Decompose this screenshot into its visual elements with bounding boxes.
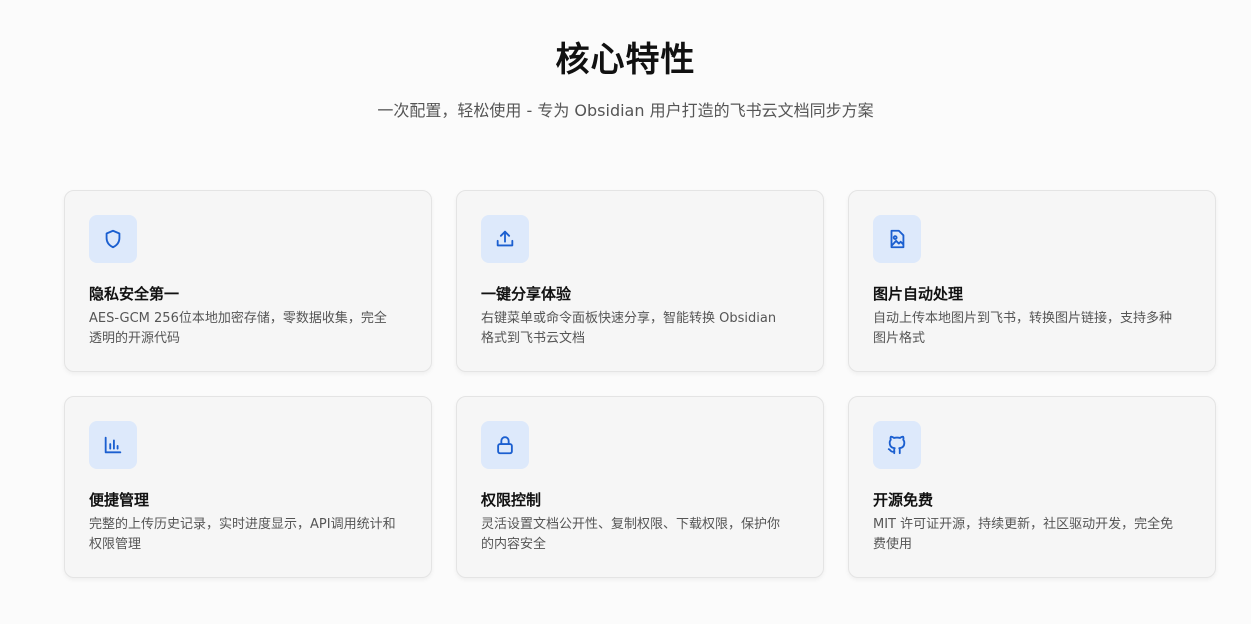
feature-card-opensource: 开源免费 MIT 许可证开源，持续更新，社区驱动开发，完全免费使用 [848, 396, 1216, 578]
feature-description: 完整的上传历史记录，实时进度显示，API调用统计和权限管理 [89, 517, 396, 552]
feature-title: 便捷管理 [89, 491, 150, 509]
section-title: 核心特性 [555, 40, 696, 80]
feature-title: 开源免费 [873, 491, 934, 509]
feature-title: 权限控制 [481, 491, 542, 509]
feature-title: 图片自动处理 [873, 285, 964, 303]
feature-card-management: 便捷管理 完整的上传历史记录，实时进度显示，API调用统计和权限管理 [64, 396, 432, 578]
feature-description: AES-GCM 256位本地加密存储，零数据收集，完全透明的开源代码 [89, 311, 387, 346]
feature-description: 自动上传本地图片到飞书，转换图片链接，支持多种图片格式 [873, 311, 1173, 346]
features-section: 核心特性 一次配置，轻松使用 - 专为 Obsidian 用户打造的飞书云文档同… [0, 0, 1251, 624]
shield-icon [89, 215, 137, 263]
feature-description: 右键菜单或命令面板快速分享，智能转换 Obsidian 格式到飞书云文档 [481, 311, 777, 346]
feature-card-permissions: 权限控制 灵活设置文档公开性、复制权限、下载权限，保护你的内容安全 [456, 396, 824, 578]
upload-icon [481, 215, 529, 263]
section-subtitle: 一次配置，轻松使用 - 专为 Obsidian 用户打造的飞书云文档同步方案 [377, 101, 874, 120]
github-icon [873, 421, 921, 469]
feature-title: 隐私安全第一 [89, 285, 180, 303]
lock-icon [481, 421, 529, 469]
image-file-icon [873, 215, 921, 263]
feature-card-images: 图片自动处理 自动上传本地图片到飞书，转换图片链接，支持多种图片格式 [848, 190, 1216, 372]
feature-description: MIT 许可证开源，持续更新，社区驱动开发，完全免费使用 [873, 517, 1174, 552]
feature-description: 灵活设置文档公开性、复制权限、下载权限，保护你的内容安全 [481, 517, 781, 552]
feature-grid: 隐私安全第一 AES-GCM 256位本地加密存储，零数据收集，完全透明的开源代… [64, 190, 1216, 578]
feature-card-privacy: 隐私安全第一 AES-GCM 256位本地加密存储，零数据收集，完全透明的开源代… [64, 190, 432, 372]
feature-card-share: 一键分享体验 右键菜单或命令面板快速分享，智能转换 Obsidian 格式到飞书… [456, 190, 824, 372]
feature-title: 一键分享体验 [481, 285, 572, 303]
bar-chart-icon [89, 421, 137, 469]
